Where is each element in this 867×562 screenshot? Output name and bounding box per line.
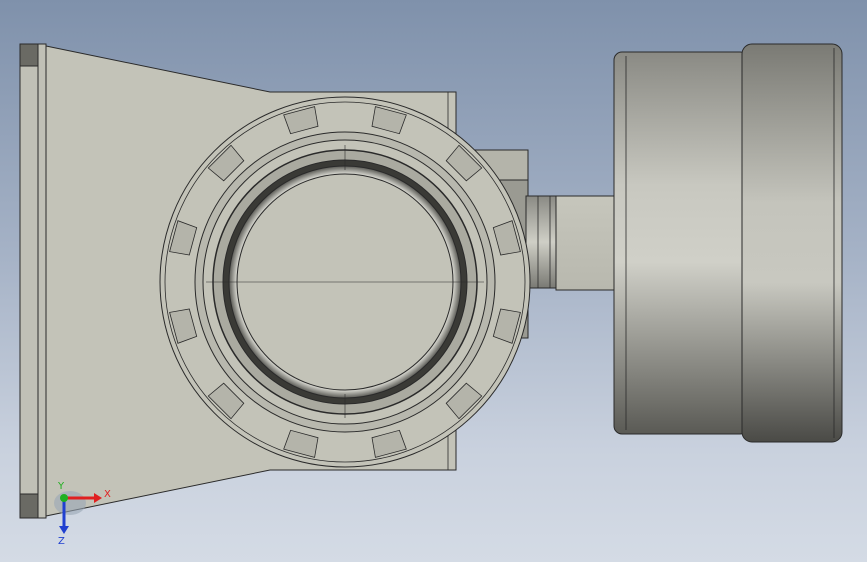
z-axis-head bbox=[59, 526, 69, 534]
model-view[interactable]: X Y Z bbox=[0, 0, 867, 562]
y-axis-label: Y bbox=[57, 481, 65, 492]
x-axis-label: X bbox=[104, 489, 111, 500]
gauge-head bbox=[613, 43, 843, 443]
cad-viewport[interactable]: X Y Z bbox=[0, 0, 867, 562]
circular-housing bbox=[159, 96, 531, 468]
flange-plate bbox=[19, 43, 47, 519]
y-axis-dot bbox=[60, 494, 68, 502]
z-axis-label: Z bbox=[58, 536, 65, 547]
